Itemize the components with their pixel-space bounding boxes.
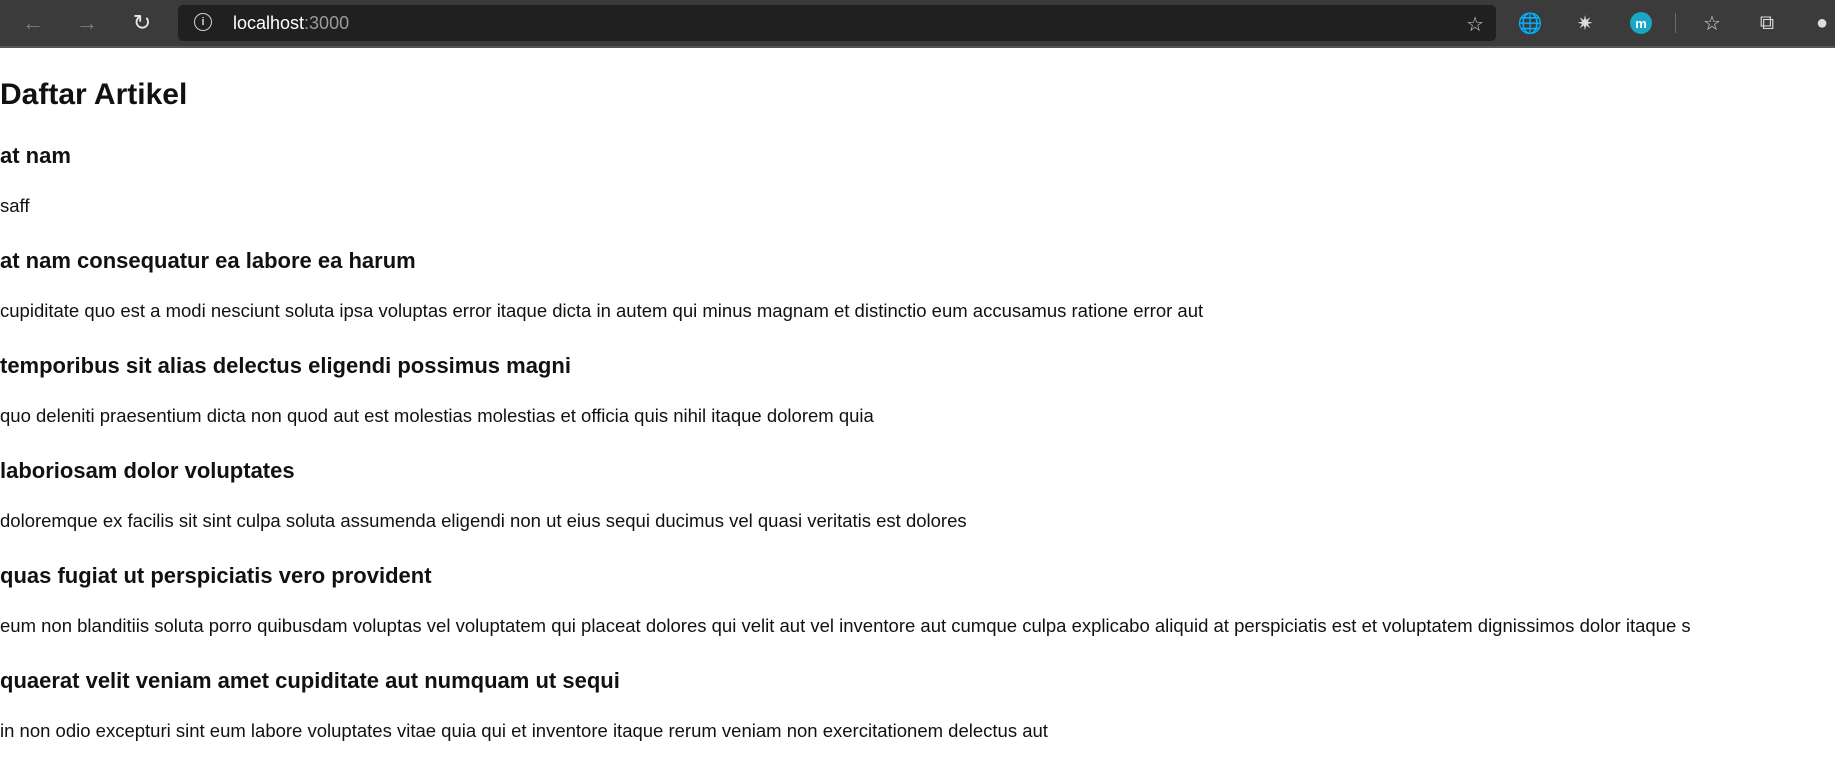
article-title: temporibus sit alias delectus eligendi p… <box>0 353 571 378</box>
toolbar-separator <box>1675 13 1676 33</box>
info-icon[interactable]: i <box>194 13 212 31</box>
add-favorite-icon[interactable]: ☆ <box>1466 12 1484 37</box>
profile-m-extension[interactable]: m <box>1629 11 1653 35</box>
globe-extension-icon[interactable]: 🌐 <box>1518 11 1543 35</box>
article-item: at nam consequatur ea labore ea harum cu… <box>0 248 1203 321</box>
url-text[interactable]: localhost:3000 <box>233 13 349 34</box>
favorites-icon[interactable]: ☆ <box>1700 11 1724 35</box>
forward-icon[interactable]: → <box>73 9 101 37</box>
refresh-icon[interactable]: ↻ <box>128 9 156 37</box>
article-item: temporibus sit alias delectus eligendi p… <box>0 353 874 426</box>
article-body: saff <box>0 195 30 216</box>
address-bar[interactable]: i localhost:3000 ☆ <box>178 5 1496 41</box>
url-host: localhost <box>233 13 305 33</box>
article-title: laboriosam dolor voluptates <box>0 458 295 483</box>
collections-icon[interactable]: ⧉ <box>1755 11 1779 35</box>
page-title: Daftar Artikel <box>0 78 188 111</box>
article-item: laboriosam dolor voluptates doloremque e… <box>0 458 967 531</box>
article-title: quas fugiat ut perspiciatis vero provide… <box>0 563 432 588</box>
article-title: quaerat velit veniam amet cupiditate aut… <box>0 668 620 693</box>
article-item: quas fugiat ut perspiciatis vero provide… <box>0 563 1691 636</box>
article-body: eum non blanditiis soluta porro quibusda… <box>0 615 1691 636</box>
profile-m-icon: m <box>1630 12 1652 34</box>
back-icon[interactable]: ← <box>19 9 47 37</box>
article-body: cupiditate quo est a modi nesciunt solut… <box>0 300 1204 321</box>
article-title: at nam consequatur ea labore ea harum <box>0 248 416 273</box>
article-title: at nam <box>0 143 71 168</box>
article-item: at nam saff <box>0 143 71 216</box>
browser-toolbar: ← → ↻ i localhost:3000 ☆ 🌐 ✷ m ☆ ⧉ ● <box>0 0 1835 48</box>
profile-icon[interactable]: ● <box>1810 11 1834 35</box>
article-body: quo deleniti praesentium dicta non quod … <box>0 405 874 426</box>
extension-icon[interactable]: ✷ <box>1573 11 1597 35</box>
article-body: doloremque ex facilis sit sint culpa sol… <box>0 510 967 531</box>
article-item: quaerat velit veniam amet cupiditate aut… <box>0 668 1048 741</box>
url-port: :3000 <box>304 13 350 33</box>
article-body: in non odio excepturi sint eum labore vo… <box>0 720 1048 741</box>
